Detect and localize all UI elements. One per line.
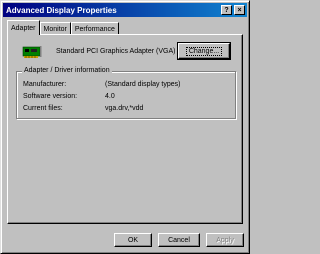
change-button[interactable]: Change... bbox=[177, 42, 231, 60]
current-files-value: vga.drv,*vdd bbox=[105, 105, 144, 112]
window-title: Advanced Display Properties bbox=[6, 5, 117, 15]
advanced-display-properties-dialog: Advanced Display Properties ? × Adapter … bbox=[0, 0, 250, 254]
adapter-name: Standard PCI Graphics Adapter (VGA) bbox=[56, 48, 176, 55]
ok-button[interactable]: OK bbox=[114, 233, 152, 247]
adapter-tab-panel: Standard PCI Graphics Adapter (VGA) Chan… bbox=[7, 34, 243, 224]
cancel-button-label: Cancel bbox=[168, 236, 190, 244]
apply-button-label: Apply bbox=[216, 236, 234, 244]
close-button[interactable]: × bbox=[234, 5, 245, 15]
manufacturer-label: Manufacturer: bbox=[23, 81, 67, 88]
tab-adapter[interactable]: Adapter bbox=[7, 20, 40, 35]
software-version-value: 4.0 bbox=[105, 93, 115, 100]
help-icon: ? bbox=[224, 6, 229, 14]
manufacturer-value: (Standard display types) bbox=[105, 81, 181, 88]
adapter-driver-info-group: Adapter / Driver information Manufacture… bbox=[16, 67, 236, 119]
title-buttons: ? × bbox=[221, 5, 245, 15]
close-icon: × bbox=[237, 6, 242, 14]
software-version-label: Software version: bbox=[23, 93, 78, 100]
apply-button[interactable]: Apply bbox=[206, 233, 244, 247]
display-adapter-card-icon bbox=[22, 46, 42, 58]
ok-button-label: OK bbox=[127, 236, 139, 244]
tab-strip: Adapter Monitor Performance bbox=[7, 20, 119, 35]
group-label: Adapter / Driver information bbox=[22, 67, 112, 74]
cancel-button[interactable]: Cancel bbox=[158, 233, 200, 247]
help-button[interactable]: ? bbox=[221, 5, 232, 15]
change-button-label: Change... bbox=[185, 46, 223, 56]
current-files-label: Current files: bbox=[23, 105, 63, 112]
title-bar[interactable]: Advanced Display Properties ? × bbox=[3, 3, 247, 17]
